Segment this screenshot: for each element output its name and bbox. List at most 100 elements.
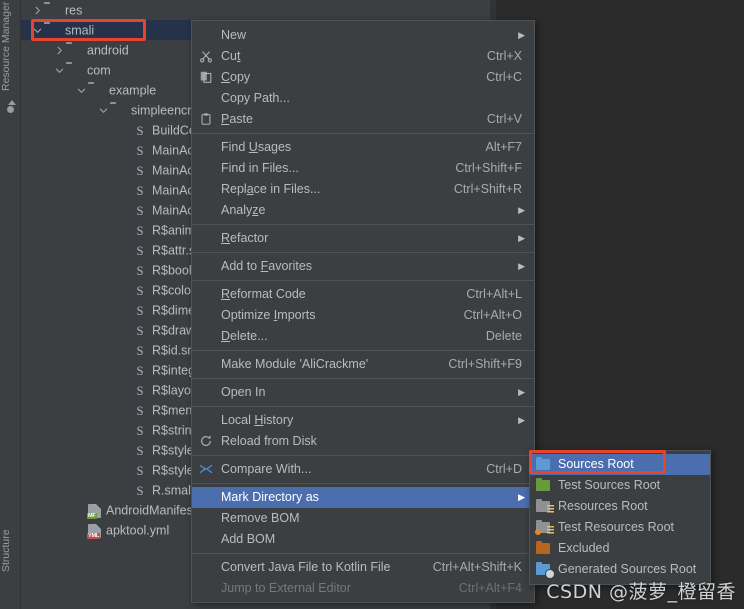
mark-directory-submenu-item[interactable]: Test Resources Root	[530, 517, 710, 538]
context-menu-item[interactable]: Open In ▶	[192, 382, 534, 403]
context-menu-item[interactable]: New ▶	[192, 25, 534, 46]
menu-separator	[192, 133, 534, 134]
menu-separator	[192, 455, 534, 456]
menu-separator	[192, 378, 534, 379]
context-menu-item-label: Mark Directory as	[221, 490, 319, 504]
context-menu-item[interactable]: Compare With... Ctrl+D	[192, 459, 534, 480]
tree-row-label: R$attr.s	[152, 243, 196, 258]
menu-separator	[192, 553, 534, 554]
menu-separator	[192, 252, 534, 253]
context-menu-item-label: Add to Favorites	[221, 259, 313, 273]
context-menu-item[interactable]: Analyze ▶	[192, 200, 534, 221]
menu-separator	[192, 406, 534, 407]
context-menu-item[interactable]: Add BOM	[192, 529, 534, 550]
tree-collapse-arrow-icon[interactable]	[75, 86, 88, 95]
left-tool-strip: Resource Manager Structure	[0, 0, 21, 609]
smali-file-icon: S	[136, 243, 144, 258]
structure-tool-tab[interactable]: Structure	[0, 529, 21, 609]
context-menu-item-label: Convert Java File to Kotlin File	[221, 560, 391, 574]
manifest-file-icon: MF	[87, 503, 101, 519]
mark-directory-submenu-item[interactable]: Sources Root	[530, 454, 710, 475]
context-menu-item-label: New	[221, 28, 247, 42]
mark-directory-submenu-item-label: Test Sources Root	[558, 478, 661, 492]
context-menu-item[interactable]: Make Module 'AliCrackme' Ctrl+Shift+F9	[192, 354, 534, 375]
tree-expand-arrow-icon[interactable]	[31, 6, 44, 15]
context-menu-item[interactable]: Add to Favorites ▶	[192, 256, 534, 277]
smali-file-icon: S	[136, 423, 144, 438]
menu-separator	[192, 280, 534, 281]
context-menu-item[interactable]: Paste Ctrl+V	[192, 109, 534, 130]
smali-file-icon: S	[136, 223, 144, 238]
context-menu-item-label: Compare With...	[221, 462, 312, 476]
mark-directory-submenu-item-label: Generated Sources Root	[558, 562, 697, 576]
tree-row-label: android	[87, 43, 129, 58]
context-menu-item-label: Add BOM	[221, 532, 276, 546]
context-menu-item[interactable]: Find in Files... Ctrl+Shift+F	[192, 158, 534, 179]
menu-separator	[192, 224, 534, 225]
context-menu-item[interactable]: Local History ▶	[192, 410, 534, 431]
smali-file-icon: S	[136, 183, 144, 198]
context-menu-item[interactable]: Refactor ▶	[192, 228, 534, 249]
tree-expand-arrow-icon[interactable]	[53, 46, 66, 55]
chevron-right-icon: ▶	[518, 30, 525, 40]
context-menu-item-shortcut: Ctrl+Alt+F4	[458, 581, 522, 595]
smali-file-icon: S	[136, 303, 144, 318]
smali-file-icon: S	[136, 343, 144, 358]
tree-collapse-arrow-icon[interactable]	[97, 106, 110, 115]
smali-file-icon: S	[136, 443, 144, 458]
context-menu-item-label: Remove BOM	[221, 511, 300, 525]
yml-file-icon: YML	[87, 523, 101, 539]
tree-row-label: res	[65, 3, 83, 18]
context-menu-item-label: Copy Path...	[221, 91, 290, 105]
smali-file-icon: S	[136, 323, 144, 338]
mark-directory-submenu-item[interactable]: Test Sources Root	[530, 475, 710, 496]
context-menu-item-label: Reformat Code	[221, 287, 306, 301]
ide-screenshot: Resource Manager Structure res smali andro…	[0, 0, 744, 609]
context-menu-item-label: Cut	[221, 49, 241, 63]
context-menu-item[interactable]: Remove BOM	[192, 508, 534, 529]
smali-file-icon: S	[136, 483, 144, 498]
tree-row[interactable]: res	[21, 0, 490, 20]
tree-collapse-arrow-icon[interactable]	[53, 66, 66, 75]
folder-icon	[110, 104, 126, 117]
mark-directory-submenu-item-label: Excluded	[558, 541, 610, 555]
tree-row-label: com	[87, 63, 111, 78]
context-menu-item[interactable]: Convert Java File to Kotlin File Ctrl+Alt…	[192, 557, 534, 578]
mark-directory-submenu-item[interactable]: Excluded	[530, 538, 710, 559]
context-menu-item-shortcut: Ctrl+Alt+O	[463, 308, 522, 322]
context-menu-item[interactable]: Find Usages Alt+F7	[192, 137, 534, 158]
chevron-right-icon: ▶	[518, 205, 525, 215]
context-menu-item[interactable]: Reload from Disk	[192, 431, 534, 452]
context-menu-item-shortcut: Ctrl+Shift+F	[455, 161, 522, 175]
context-menu-item[interactable]: Replace in Files... Ctrl+Shift+R	[192, 179, 534, 200]
context-menu-item[interactable]: Delete... Delete	[192, 326, 534, 347]
clipboard-icon	[199, 112, 215, 128]
tree-row-label: example	[109, 83, 157, 98]
folder-generated-icon	[536, 562, 554, 578]
tree-collapse-arrow-icon[interactable]	[31, 26, 44, 35]
folder-icon	[88, 84, 104, 97]
mark-directory-as-submenu[interactable]: Sources Root Test Sources Root Resources R…	[529, 450, 711, 585]
context-menu-item[interactable]: Reformat Code Ctrl+Alt+L	[192, 284, 534, 305]
context-menu[interactable]: New ▶ Cut Ctrl+X Copy Ctrl+C Copy Path... Paste…	[191, 20, 535, 603]
chevron-right-icon: ▶	[518, 261, 525, 271]
smali-file-icon: S	[136, 363, 144, 378]
folder-blue-icon	[536, 457, 552, 472]
context-menu-item-label: Delete...	[221, 329, 268, 343]
menu-separator	[192, 483, 534, 484]
smali-file-icon: S	[136, 403, 144, 418]
mark-directory-submenu-item[interactable]: Resources Root	[530, 496, 710, 517]
context-menu-item-shortcut: Ctrl+Alt+L	[466, 287, 522, 301]
smali-file-icon: S	[136, 143, 144, 158]
context-menu-item-label: Refactor	[221, 231, 269, 245]
context-menu-item[interactable]: Optimize Imports Ctrl+Alt+O	[192, 305, 534, 326]
mark-directory-submenu-item-label: Test Resources Root	[558, 520, 675, 534]
context-menu-item[interactable]: Copy Ctrl+C	[192, 67, 534, 88]
tree-row-label: R$integ	[152, 363, 196, 378]
context-menu-item[interactable]: Mark Directory as ▶	[192, 487, 534, 508]
tree-row-label: smali	[65, 23, 95, 38]
context-menu-item[interactable]: Cut Ctrl+X	[192, 46, 534, 67]
context-menu-item-shortcut: Ctrl+C	[486, 70, 522, 84]
context-menu-item-shortcut: Ctrl+Alt+Shift+K	[432, 560, 522, 574]
context-menu-item[interactable]: Copy Path...	[192, 88, 534, 109]
